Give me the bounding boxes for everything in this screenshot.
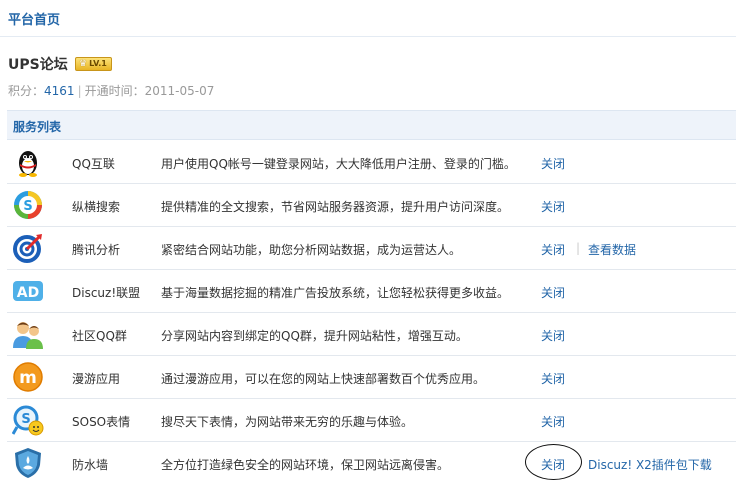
manyou-app-icon: m (12, 361, 44, 393)
soso-search-icon: S (12, 189, 44, 221)
svg-text:m: m (19, 368, 37, 388)
service-desc: 基于海量数据挖掘的精准广告投放系统，让您轻松获得更多收益。 (161, 286, 510, 300)
service-desc: 搜尽天下表情，为网站带来无穷的乐趣与体验。 (161, 415, 414, 429)
service-row-search: S 纵横搜索 提供精准的全文搜索，节省网站服务器资源，提升用户访问深度。 关闭 (7, 184, 736, 227)
qq-penguin-icon (12, 146, 44, 178)
service-row-soso-emoticon: S SOSO表情 搜尽天下表情，为网站带来无穷的乐趣与体验。 关闭 (7, 399, 736, 442)
open-time-label: 开通时间： (84, 84, 145, 98)
service-list-title: 服务列表 (13, 120, 62, 134)
action-separator: | (576, 241, 581, 255)
service-name: 漫游应用 (72, 372, 121, 386)
service-list-header: 服务列表 (7, 110, 736, 140)
service-desc: 全方位打造绿色安全的网站环境，保卫网站远离侵害。 (161, 458, 450, 472)
page-title[interactable]: 平台首页 (8, 9, 60, 28)
points-label: 积分： (8, 84, 45, 98)
service-name: 腾讯分析 (72, 243, 121, 257)
service-name: SOSO表情 (72, 415, 131, 429)
service-desc: 用户使用QQ帐号一键登录网站，大大降低用户注册、登录的门槛。 (161, 157, 516, 171)
service-desc: 提供精准的全文搜索，节省网站服务器资源，提升用户访问深度。 (161, 200, 510, 214)
soso-emoticon-icon: S (12, 404, 44, 436)
community-group-icon (12, 318, 44, 350)
service-row-firewall: 防水墙 全方位打造绿色安全的网站环境，保卫网站远离侵害。 关闭 Discuz! … (7, 442, 736, 485)
close-service-link[interactable]: 关闭 (541, 155, 565, 172)
service-name: 纵横搜索 (72, 200, 121, 214)
service-row-ad-union: AD Discuz!联盟 基于海量数据挖掘的精准广告投放系统，让您轻松获得更多收… (7, 270, 736, 313)
open-time-value: 2011-05-07 (144, 84, 215, 98)
ad-icon: AD (12, 275, 44, 307)
close-service-link[interactable]: 关闭 (541, 198, 565, 215)
close-service-link[interactable]: 关闭 (541, 241, 565, 258)
service-name: QQ互联 (72, 157, 115, 171)
service-name: Discuz!联盟 (72, 286, 141, 300)
firewall-shield-icon (12, 447, 44, 479)
service-row-qq-connect: QQ互联 用户使用QQ帐号一键登录网站，大大降低用户注册、登录的门槛。 关闭 (7, 141, 736, 184)
crown-icon: ♛ (79, 59, 88, 69)
service-name: 防水墙 (72, 458, 109, 472)
service-desc: 紧密结合网站功能，助您分析网站数据，成为运营达人。 (161, 243, 462, 257)
close-service-link[interactable]: 关闭 (541, 284, 565, 301)
analytics-target-icon (12, 232, 44, 264)
site-stats: 积分：4161 | 开通时间：2011-05-07 (8, 82, 214, 99)
points-value: 4161 (44, 84, 75, 98)
close-service-link[interactable]: 关闭 (541, 456, 565, 473)
title-divider (0, 36, 736, 37)
service-row-manyou: m 漫游应用 通过漫游应用，可以在您的网站上快速部署数百个优秀应用。 关闭 (7, 356, 736, 399)
service-desc: 通过漫游应用，可以在您的网站上快速部署数百个优秀应用。 (161, 372, 486, 386)
service-row-qq-group: 社区QQ群 分享网站内容到绑定的QQ群，提升网站粘性，增强互动。 关闭 (7, 313, 736, 356)
close-service-link[interactable]: 关闭 (541, 413, 565, 430)
service-name: 社区QQ群 (72, 329, 127, 343)
site-name: UPS论坛 (8, 57, 68, 73)
svg-text:AD: AD (17, 285, 39, 301)
close-service-link[interactable]: 关闭 (541, 370, 565, 387)
service-desc: 分享网站内容到绑定的QQ群，提升网站粘性，增强互动。 (161, 329, 468, 343)
service-row-analytics: 腾讯分析 紧密结合网站功能，助您分析网站数据，成为运营达人。 关闭 | 查看数据 (7, 227, 736, 270)
stats-separator: | (77, 84, 82, 98)
plugin-download-link[interactable]: Discuz! X2插件包下载 (588, 456, 712, 473)
view-data-link[interactable]: 查看数据 (588, 241, 636, 258)
level-badge: ♛ LV.1 (75, 57, 112, 71)
level-badge-text: LV.1 (89, 59, 107, 68)
svg-text:S: S (23, 199, 32, 214)
close-service-link[interactable]: 关闭 (541, 327, 565, 344)
